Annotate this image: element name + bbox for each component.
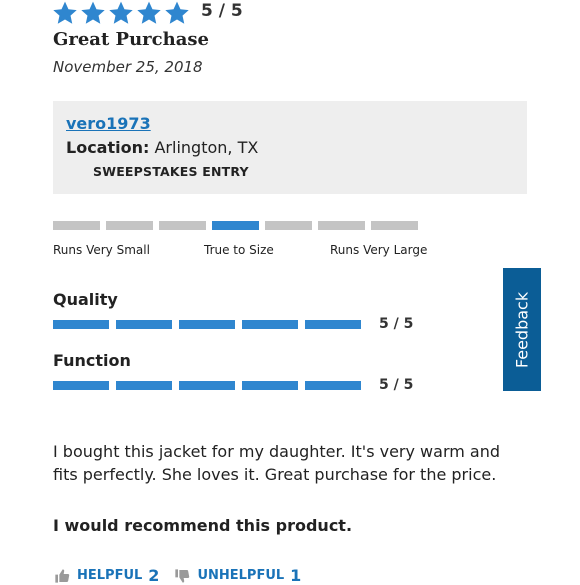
location-label: Location: — [66, 138, 150, 157]
rating-segment — [242, 381, 298, 390]
fit-scale — [53, 221, 418, 230]
fit-segment — [318, 221, 365, 230]
fit-label-true: True to Size — [204, 243, 274, 257]
thumbs-down-icon[interactable] — [173, 568, 191, 584]
quality-score: 5 / 5 — [379, 316, 414, 332]
rating-segment — [242, 320, 298, 329]
review-body: I bought this jacket for my daughter. It… — [53, 442, 501, 484]
function-heading: Function — [53, 351, 131, 370]
location-value: Arlington, TX — [154, 138, 259, 157]
sweepstakes-badge: SWEEPSTAKES ENTRY — [93, 164, 249, 179]
rating-segment — [179, 320, 235, 329]
rating-segment — [179, 381, 235, 390]
rating-segment — [53, 381, 109, 390]
reviewer-location: Location: Arlington, TX — [66, 138, 258, 157]
star-icon — [81, 1, 105, 24]
star-icon — [53, 1, 77, 24]
fit-label-large: Runs Very Large — [330, 243, 428, 257]
fit-label-small: Runs Very Small — [53, 243, 150, 257]
thumbs-up-icon[interactable] — [53, 568, 71, 584]
feedback-tab[interactable]: Feedback — [503, 268, 541, 391]
fit-segment — [106, 221, 153, 230]
star-icon — [165, 1, 189, 24]
fit-segment — [371, 221, 418, 230]
feedback-label: Feedback — [512, 291, 532, 368]
quality-bar — [53, 320, 361, 329]
unhelpful-button[interactable]: UNHELPFUL — [197, 568, 284, 583]
quality-heading: Quality — [53, 290, 118, 309]
reviewer-username-link[interactable]: vero1973 — [66, 114, 151, 133]
fit-segment — [265, 221, 312, 230]
star-rating — [52, 0, 190, 26]
rating-segment — [116, 320, 172, 329]
star-icon — [137, 1, 161, 24]
unhelpful-count: 1 — [290, 566, 302, 585]
rating-segment — [305, 320, 361, 329]
rating-score: 5 / 5 — [201, 1, 243, 21]
helpful-count: 2 — [148, 566, 160, 585]
helpful-button[interactable]: HELPFUL — [77, 568, 142, 583]
function-score: 5 / 5 — [379, 377, 414, 393]
recommendation-text: I would recommend this product. — [53, 516, 353, 535]
review-title: Great Purchase — [53, 29, 209, 50]
rating-segment — [116, 381, 172, 390]
rating-segment — [305, 381, 361, 390]
fit-segment — [53, 221, 100, 230]
function-bar — [53, 381, 361, 390]
vote-row: HELPFUL 2 UNHELPFUL 1 — [53, 566, 301, 585]
star-icon — [109, 1, 133, 24]
fit-segment — [159, 221, 206, 230]
rating-segment — [53, 320, 109, 329]
review-date: November 25, 2018 — [53, 58, 203, 76]
fit-segment-selected — [212, 221, 259, 230]
